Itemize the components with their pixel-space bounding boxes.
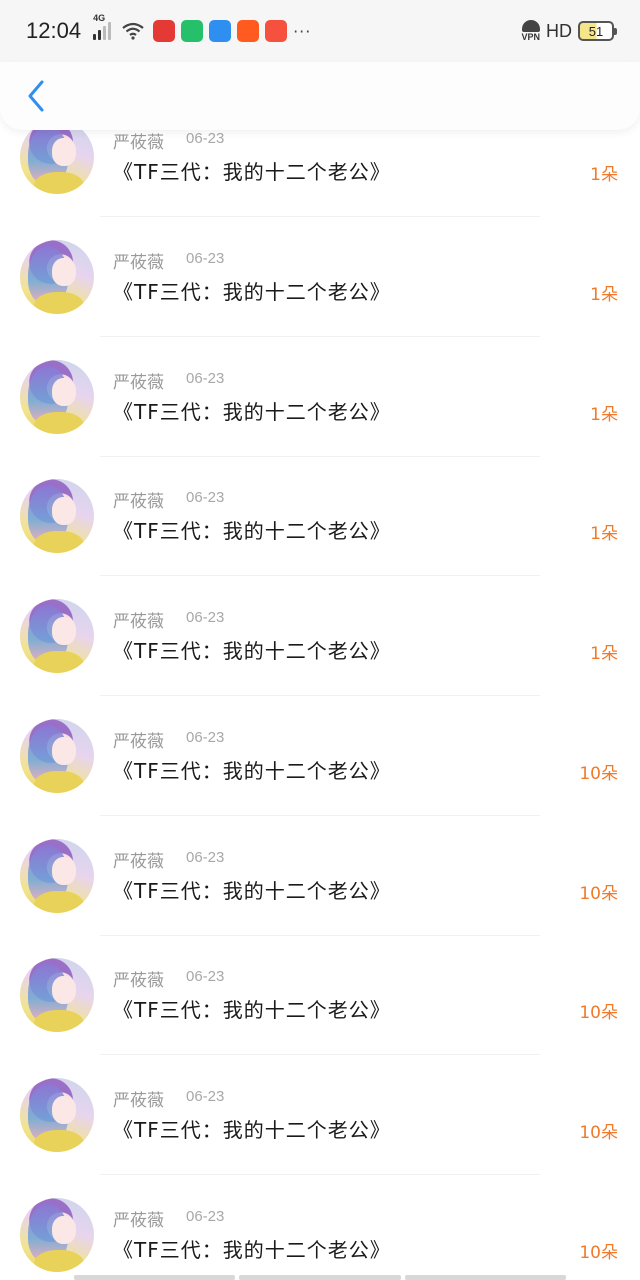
book-title[interactable]: 《TF三代：我的十二个老公》 [113, 156, 391, 185]
sender-name: 严莜薇 [113, 731, 164, 752]
kuaishou-app-icon [237, 20, 260, 42]
battery-icon: 51 [578, 21, 617, 41]
flower-count: 1朵 [590, 524, 618, 545]
row-divider [100, 695, 540, 696]
book-title[interactable]: 《TF三代：我的十二个老公》 [113, 1234, 391, 1263]
wifi-icon [122, 22, 144, 40]
list-item[interactable]: 严莜薇 06-23 《TF三代：我的十二个老公》 1朵 [0, 479, 640, 599]
flower-count: 1朵 [590, 165, 618, 185]
gift-date: 06-23 [186, 968, 225, 986]
row-divider [100, 575, 540, 577]
vpn-label: VPN [521, 32, 540, 42]
game-app-icon [265, 20, 288, 42]
gift-date: 06-23 [186, 609, 225, 626]
avatar[interactable] [20, 359, 94, 434]
status-time: 12:04 [26, 18, 82, 43]
book-title[interactable]: 《TF三代：我的十二个老公》 [113, 1114, 391, 1143]
gift-date: 06-23 [186, 489, 225, 507]
gift-record-list[interactable]: 严莜薇 06-23 《TF三代：我的十二个老公》 1朵 严莜薇 06-23 《TF三代：我的… [0, 0, 640, 1280]
back-button[interactable] [20, 76, 52, 116]
row-divider [100, 814, 540, 816]
browser-app-icon [209, 20, 232, 42]
flower-count: 1朵 [590, 404, 618, 425]
avatar[interactable] [20, 599, 94, 673]
book-title[interactable]: 《TF三代：我的十二个老公》 [113, 994, 391, 1023]
chevron-left-icon [28, 80, 44, 112]
flower-count: 10朵 [579, 1242, 618, 1263]
row-divider [100, 216, 540, 217]
status-bar: 12:04 4G ··· VPN HD 51 [0, 0, 640, 62]
gift-date: 06-23 [186, 130, 225, 147]
sender-name: 严莜薇 [113, 1091, 164, 1111]
sender-name: 严莜薇 [113, 492, 164, 513]
list-item[interactable]: 严莜薇 06-23 《TF三代：我的十二个老公》 10朵 [0, 838, 640, 959]
flower-count: 1朵 [590, 284, 618, 305]
avatar[interactable] [20, 1197, 94, 1272]
message-app-icon [181, 20, 204, 42]
avatar[interactable] [20, 718, 94, 793]
gift-date: 06-23 [186, 1088, 225, 1105]
list-item[interactable]: 严莜薇 06-23 《TF三代：我的十二个老公》 10朵 [0, 958, 640, 1078]
avatar[interactable] [20, 239, 94, 314]
flower-count: 10朵 [579, 1003, 618, 1024]
flower-count: 10朵 [579, 883, 618, 904]
list-item[interactable]: 严莜薇 06-23 《TF三代：我的十二个老公》 1朵 [0, 359, 640, 480]
more-notifications-icon: ··· [293, 21, 312, 41]
avatar[interactable] [20, 1078, 94, 1152]
sender-name: 严莜薇 [113, 1210, 164, 1231]
flower-count: 10朵 [579, 1123, 618, 1143]
list-item[interactable]: 严莜薇 06-23 《TF三代：我的十二个老公》 1朵 [0, 599, 640, 719]
gift-date: 06-23 [186, 249, 225, 267]
row-divider [100, 335, 540, 337]
book-title[interactable]: 《TF三代：我的十二个老公》 [113, 755, 391, 784]
top-navigation-bar [0, 62, 640, 130]
battery-level: 51 [588, 23, 604, 39]
avatar[interactable] [20, 120, 94, 194]
signal-icon: 4G [93, 13, 112, 40]
gift-date: 06-23 [186, 848, 225, 866]
book-title[interactable]: 《TF三代：我的十二个老公》 [113, 396, 391, 425]
hd-label: HD [546, 20, 572, 41]
row-divider [100, 1054, 540, 1056]
notification-app-icons [153, 20, 288, 42]
row-divider [100, 934, 540, 936]
flower-count: 1朵 [590, 644, 618, 664]
network-type: 4G [93, 13, 106, 23]
list-item[interactable]: 严莜薇 06-23 《TF三代：我的十二个老公》 10朵 [0, 1197, 640, 1280]
list-item[interactable]: 严莜薇 06-23 《TF三代：我的十二个老公》 10朵 [0, 1078, 640, 1198]
list-item[interactable]: 严莜薇 06-23 《TF三代：我的十二个老公》 10朵 [0, 718, 640, 839]
gift-date: 06-23 [186, 728, 225, 746]
gift-date: 06-23 [186, 1207, 225, 1225]
book-title[interactable]: 《TF三代：我的十二个老公》 [113, 515, 391, 544]
bottom-indicator [74, 1275, 566, 1280]
sender-name: 严莜薇 [113, 372, 164, 393]
sender-name: 严莜薇 [113, 252, 164, 273]
list-item[interactable]: 严莜薇 06-23 《TF三代：我的十二个老公》 1朵 [0, 239, 640, 360]
avatar[interactable] [20, 958, 94, 1033]
avatar[interactable] [20, 838, 94, 913]
baidu-app-icon [153, 20, 176, 42]
sender-name: 严莜薇 [113, 133, 164, 153]
list-item[interactable]: 严莜薇 06-23 《TF三代：我的十二个老公》 1朵 [0, 120, 640, 240]
sender-name: 严莜薇 [113, 612, 164, 632]
gift-date: 06-23 [186, 369, 225, 387]
sender-name: 严莜薇 [113, 971, 164, 992]
flower-count: 10朵 [579, 763, 618, 784]
avatar[interactable] [20, 479, 94, 554]
book-title[interactable]: 《TF三代：我的十二个老公》 [113, 875, 391, 904]
row-divider [100, 455, 540, 457]
vpn-icon: VPN [521, 20, 540, 42]
row-divider [100, 1174, 540, 1175]
sender-name: 严莜薇 [113, 851, 164, 872]
book-title[interactable]: 《TF三代：我的十二个老公》 [113, 276, 391, 305]
book-title[interactable]: 《TF三代：我的十二个老公》 [113, 635, 391, 664]
